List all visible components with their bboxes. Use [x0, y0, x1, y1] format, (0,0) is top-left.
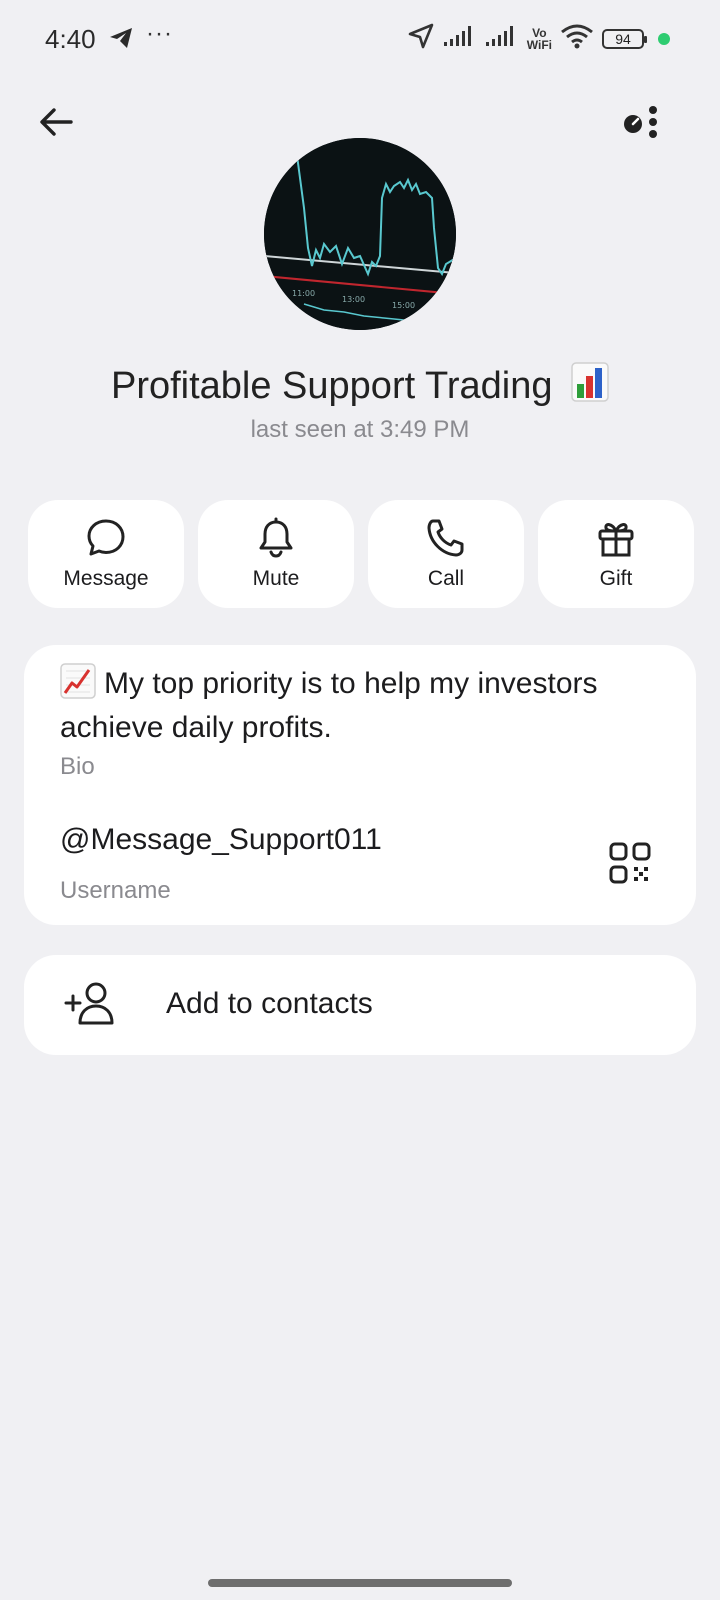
location-icon — [407, 22, 435, 55]
svg-text:15:00: 15:00 — [392, 301, 415, 310]
message-bubble-icon — [87, 519, 125, 556]
signal-icon — [443, 24, 477, 53]
vowifi-bottom: WiFi — [526, 37, 552, 52]
more-notifications-icon: ··· — [146, 20, 173, 47]
qr-code-button[interactable] — [608, 841, 652, 885]
vowifi-indicator: Vo WiFi — [527, 27, 552, 51]
avatar-chart-image: 11:00 13:00 15:00 — [264, 138, 456, 330]
status-bar: 4:40 ··· Vo WiFi 94 — [0, 0, 720, 78]
add-to-contacts-button[interactable]: Add to contacts — [24, 955, 696, 1055]
last-seen-status: last seen at 3:49 PM — [250, 416, 470, 443]
username-value[interactable]: @Message_Support011 — [60, 823, 382, 857]
chart-increasing-emoji-icon — [60, 663, 96, 709]
status-time: 4:40 — [45, 24, 96, 54]
gift-button[interactable]: Gift — [538, 500, 694, 608]
signal-icon — [485, 24, 519, 53]
add-person-icon — [64, 981, 118, 1032]
more-vertical-icon — [624, 106, 657, 138]
call-button-label: Call — [427, 567, 465, 590]
privacy-indicator-dot — [658, 32, 670, 45]
telegram-icon — [108, 26, 134, 55]
call-button[interactable]: Call — [368, 500, 524, 608]
message-button[interactable]: Message — [28, 500, 184, 608]
avatar[interactable]: 11:00 13:00 15:00 — [264, 138, 456, 330]
gift-icon — [598, 523, 634, 557]
phone-icon — [427, 519, 464, 557]
home-indicator[interactable] — [208, 1579, 512, 1587]
qr-code-icon — [609, 842, 651, 884]
battery-icon: 94 — [602, 28, 647, 49]
back-button[interactable] — [34, 100, 78, 144]
bell-icon — [259, 517, 293, 558]
profile-info-card: My top priority is to help my investors … — [24, 645, 696, 925]
bio-text[interactable]: My top priority is to help my investors … — [60, 663, 670, 747]
action-bar: Message Mute Call Gift — [28, 500, 694, 608]
username-label: Username — [60, 877, 171, 904]
mute-button[interactable]: Mute — [198, 500, 354, 608]
mute-button-label: Mute — [252, 567, 300, 590]
svg-text:13:00: 13:00 — [342, 295, 365, 304]
add-to-contacts-label: Add to contacts — [166, 987, 373, 1020]
profile-name: Profitable Support Trading — [0, 362, 720, 412]
bar-chart-emoji-icon — [571, 362, 609, 412]
battery-level: 94 — [615, 30, 631, 47]
profile-name-text: Profitable Support Trading — [110, 365, 553, 407]
bio-label: Bio — [60, 753, 95, 780]
wifi-icon — [560, 23, 594, 54]
bio-value: My top priority is to help my investors … — [60, 667, 598, 744]
svg-text:11:00: 11:00 — [292, 289, 315, 298]
gift-button-label: Gift — [599, 567, 633, 590]
message-button-label: Message — [63, 567, 149, 590]
more-options-button[interactable] — [616, 100, 666, 144]
arrow-left-icon — [40, 108, 73, 136]
